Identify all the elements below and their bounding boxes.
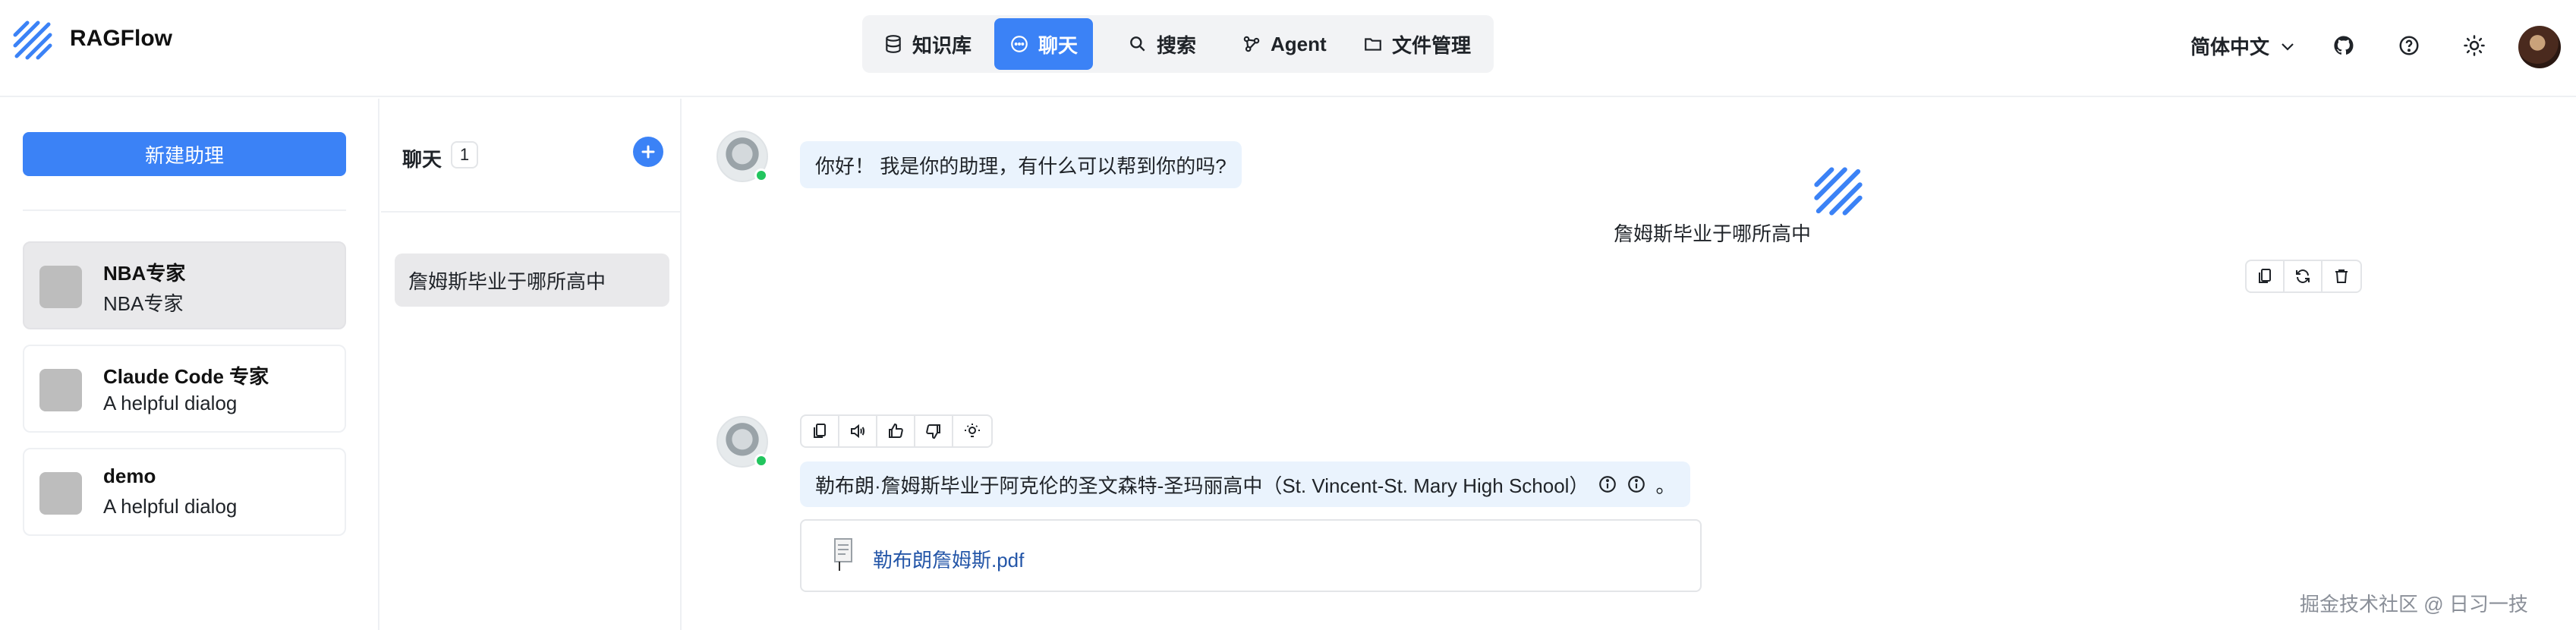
answer-end: 。: [1655, 474, 1676, 497]
online-status-dot: [754, 169, 768, 182]
dialog-description: A helpful dialog: [103, 392, 238, 414]
theme-icon[interactable]: [2456, 27, 2493, 64]
copy-icon[interactable]: [2247, 261, 2285, 291]
nav-label: 知识库: [912, 33, 972, 57]
agent-icon: [1243, 36, 1260, 52]
dialog-sidebar: 新建助理 NBA专家 NBA专家 Claude Code 专家 A helpfu…: [0, 99, 379, 630]
language-label: 简体中文: [2190, 36, 2270, 58]
user-message-actions: [2245, 260, 2362, 293]
ragflow-logo-icon[interactable]: [11, 18, 55, 62]
database-icon: [886, 35, 901, 53]
speaker-icon[interactable]: [839, 416, 877, 446]
dialog-thumbnail: [39, 369, 82, 411]
divider: [23, 209, 346, 211]
dialog-card[interactable]: Claude Code 专家 A helpful dialog: [23, 345, 346, 433]
top-header: RAGFlow 知识库 聊天 搜索 Agent 文件管理 简体中文: [0, 0, 2576, 97]
divider: [381, 211, 680, 213]
language-select[interactable]: 简体中文: [2190, 32, 2297, 60]
assistant-message-actions: [800, 414, 993, 448]
nav-search[interactable]: 搜索: [1113, 18, 1211, 70]
dialog-card[interactable]: demo A helpful dialog: [23, 448, 346, 536]
app-name: RAGFlow: [70, 26, 172, 51]
assistant-avatar: [716, 131, 768, 182]
github-icon[interactable]: [2326, 27, 2362, 64]
conversation-list-title: 聊天: [402, 148, 442, 171]
user-avatar-logo-icon: [1814, 167, 1863, 216]
nav-chat[interactable]: 聊天: [994, 18, 1094, 70]
add-conversation-button[interactable]: [633, 137, 663, 167]
answer-text: 勒布朗·詹姆斯毕业于阿克伦的圣文森特-圣玛丽高中（St. Vincent-St.…: [815, 474, 1589, 497]
dialog-name: demo: [103, 465, 156, 487]
watermark: 掘金技术社区 @ 日习一技: [2300, 593, 2528, 616]
avatar[interactable]: [2518, 26, 2561, 68]
user-message: 詹姆斯毕业于哪所高中: [1613, 222, 1811, 245]
nav-agent[interactable]: Agent: [1227, 18, 1342, 70]
thumbs-up-icon[interactable]: [877, 416, 915, 446]
chevron-down-icon: [2282, 43, 2294, 51]
plus-icon: [641, 145, 655, 159]
search-icon: [1130, 36, 1145, 52]
copy-icon[interactable]: [801, 416, 839, 446]
help-icon[interactable]: [2391, 27, 2427, 64]
nav-knowledge-base[interactable]: 知识库: [868, 18, 987, 70]
reference-document-card[interactable]: 勒布朗詹姆斯.pdf: [800, 519, 1702, 592]
online-status-dot: [754, 454, 768, 468]
assistant-message-bubble: 你好！ 我是你的助理，有什么可以帮到你的吗?: [800, 141, 1242, 188]
delete-icon[interactable]: [2322, 261, 2360, 291]
nav-label: Agent: [1271, 32, 1327, 55]
dialog-name: NBA专家: [103, 262, 186, 285]
conversation-count-badge: 1: [451, 141, 478, 169]
citation-info-icon[interactable]: [1627, 474, 1646, 494]
dialog-thumbnail: [39, 472, 82, 515]
thumbs-down-icon[interactable]: [915, 416, 953, 446]
conversation-item[interactable]: 詹姆斯毕业于哪所高中: [395, 254, 669, 307]
dialog-description: A helpful dialog: [103, 495, 238, 518]
nav-label: 聊天: [1038, 33, 1079, 57]
dialog-description: NBA专家: [103, 292, 184, 315]
chat-icon: [1011, 36, 1028, 52]
folder-icon: [1365, 38, 1381, 51]
nav-label: 文件管理: [1392, 33, 1472, 57]
nav-file-management[interactable]: 文件管理: [1348, 18, 1486, 70]
conversation-list: 聊天 1 詹姆斯毕业于哪所高中: [381, 99, 682, 630]
reference-file-link[interactable]: 勒布朗詹姆斯.pdf: [873, 545, 1024, 573]
new-assistant-button[interactable]: 新建助理: [23, 132, 346, 176]
assistant-avatar: [716, 416, 768, 468]
dialog-thumbnail: [39, 266, 82, 308]
pdf-file-icon: [834, 538, 852, 571]
assistant-answer-bubble: 勒布朗·詹姆斯毕业于阿克伦的圣文森特-圣玛丽高中（St. Vincent-St.…: [800, 461, 1691, 507]
dialog-name: Claude Code 专家: [103, 365, 269, 388]
main-nav: 知识库 聊天 搜索 Agent 文件管理: [862, 15, 1494, 73]
citation-info-icon[interactable]: [1598, 474, 1617, 494]
nav-label: 搜索: [1157, 33, 1197, 57]
regenerate-icon[interactable]: [2285, 261, 2322, 291]
dialog-card[interactable]: NBA专家 NBA专家: [23, 241, 346, 329]
lightbulb-icon[interactable]: [953, 416, 991, 446]
